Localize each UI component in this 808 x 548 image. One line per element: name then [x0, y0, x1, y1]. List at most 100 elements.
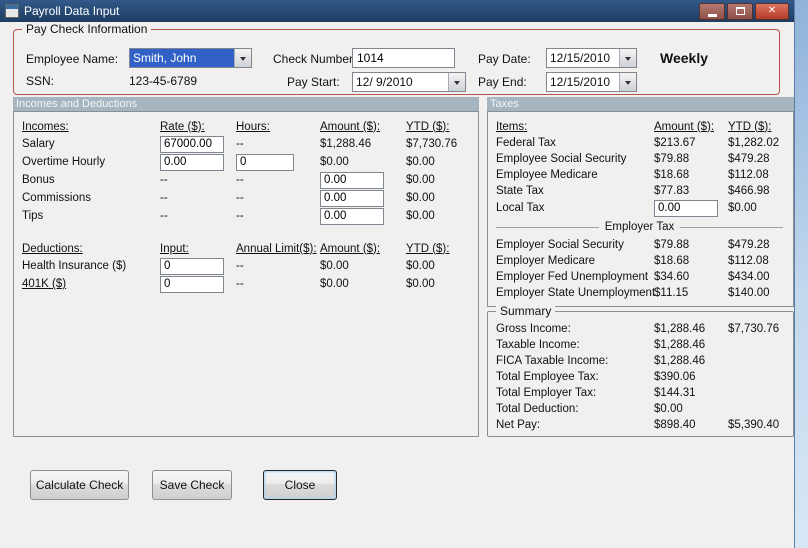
overtime-hours-input[interactable] — [236, 153, 294, 171]
tax-label: State Tax — [496, 185, 544, 197]
tax-label: Employer Medicare — [496, 255, 596, 267]
tax-row-employer-fed-unemployment: Employer Fed Unemployment $34.60 $434.00 — [496, 269, 793, 285]
tax-ytd: $1,282.02 — [728, 137, 780, 149]
column-header-deductions: Deductions: — [22, 242, 83, 255]
commissions-amount-input[interactable] — [320, 189, 384, 207]
tax-ytd: $140.00 — [728, 287, 770, 299]
pay-end-datepicker[interactable]: 12/15/2010 — [546, 72, 637, 92]
calculate-check-button[interactable]: Calculate Check — [30, 470, 129, 500]
pay-date-value: 12/15/2010 — [550, 51, 611, 65]
income-hours: -- — [236, 192, 244, 204]
summary-ytd: $7,730.76 — [728, 323, 780, 335]
save-check-button[interactable]: Save Check — [152, 470, 232, 500]
income-rate: -- — [160, 192, 168, 204]
incomes-deductions-section-header: Incomes and Deductions — [13, 97, 479, 111]
tax-amount: $11.15 — [654, 287, 689, 299]
summary-ytd: $5,390.40 — [728, 419, 780, 431]
summary-amount: $1,288.46 — [654, 323, 706, 335]
deductions-header-row: Deductions: Input: Annual Limit($): Amou… — [22, 240, 478, 257]
income-ytd: $0.00 — [406, 156, 435, 168]
tax-ytd: $112.08 — [728, 169, 769, 181]
income-rate: -- — [160, 174, 168, 186]
column-header-incomes: Incomes: — [22, 120, 69, 133]
summary-row-fica-taxable-income: FICA Taxable Income: $1,288.46 — [496, 353, 793, 369]
summary-amount: $0.00 — [654, 403, 683, 415]
salary-rate-input[interactable] — [160, 135, 224, 153]
taxes-panel: Items: Amount ($): YTD ($): Federal Tax … — [487, 111, 794, 307]
pay-start-dropdown-icon[interactable] — [448, 73, 465, 91]
tax-amount: $18.68 — [654, 255, 690, 267]
deduction-annual-limit: -- — [236, 278, 244, 290]
employee-name-combobox[interactable]: Smith, John — [129, 48, 252, 68]
tips-amount-input[interactable] — [320, 207, 384, 225]
close-button[interactable]: ✕ — [755, 2, 789, 20]
local-tax-input[interactable] — [654, 199, 718, 217]
tax-row-employer-state-unemployment: Employer State Unemployment $11.15 $140.… — [496, 285, 793, 301]
maximize-button[interactable] — [727, 2, 753, 20]
tax-ytd: $112.08 — [728, 255, 769, 267]
close-icon: ✕ — [767, 5, 777, 16]
tax-label: Employer Fed Unemployment — [496, 271, 649, 283]
income-ytd: $0.00 — [406, 192, 435, 204]
column-header-hours: Hours: — [236, 120, 270, 133]
summary-amount: $1,288.46 — [654, 355, 706, 367]
employee-name-dropdown-icon[interactable] — [234, 49, 251, 67]
column-header-ytd: YTD ($): — [406, 120, 450, 133]
payroll-window: Payroll Data Input ✕ Pay Check Informati… — [0, 0, 795, 548]
minimize-icon — [707, 13, 717, 17]
employer-tax-separator: Employer Tax — [496, 217, 783, 237]
incomes-table: Incomes: Rate ($): Hours: Amount ($): YT… — [14, 112, 478, 293]
bonus-amount-input[interactable] — [320, 171, 384, 189]
tax-amount: $79.88 — [654, 153, 690, 165]
summary-row-gross-income: Gross Income: $1,288.46 $7,730.76 — [496, 321, 793, 337]
incomes-deductions-panel: Incomes: Rate ($): Hours: Amount ($): YT… — [13, 111, 479, 437]
summary-table: Gross Income: $1,288.46 $7,730.76 Taxabl… — [488, 312, 793, 433]
summary-label: FICA Taxable Income: — [496, 355, 609, 367]
summary-amount: $1,288.46 — [654, 339, 706, 351]
income-hours: -- — [236, 210, 244, 222]
summary-row-total-deduction: Total Deduction: $0.00 — [496, 401, 793, 417]
check-number-input[interactable] — [352, 48, 455, 68]
tax-ytd: $0.00 — [728, 202, 757, 214]
app-icon — [5, 4, 19, 18]
income-label: Tips — [22, 210, 44, 222]
k401-input[interactable] — [160, 275, 224, 293]
income-amount: $0.00 — [320, 156, 349, 168]
pay-end-label: Pay End: — [478, 75, 527, 89]
income-row-overtime: Overtime Hourly $0.00 $0.00 — [22, 153, 478, 171]
deduction-ytd: $0.00 — [406, 260, 435, 272]
summary-amount: $898.40 — [654, 419, 696, 431]
pay-start-datepicker[interactable]: 12/ 9/2010 — [352, 72, 466, 92]
deduction-label: Health Insurance ($) — [22, 260, 127, 272]
health-insurance-input[interactable] — [160, 257, 224, 275]
income-row-tips: Tips -- -- $0.00 — [22, 207, 478, 225]
employee-name-value: Smith, John — [130, 49, 234, 67]
tax-row-state: State Tax $77.83 $466.98 — [496, 183, 793, 199]
deduction-row-401k: 401K ($) -- $0.00 $0.00 — [22, 275, 478, 293]
tax-label: Employer Social Security — [496, 239, 624, 251]
tax-row-employer-medicare: Employer Medicare $18.68 $112.08 — [496, 253, 793, 269]
summary-row-total-employer-tax: Total Employer Tax: $144.31 — [496, 385, 793, 401]
pay-date-dropdown-icon[interactable] — [619, 49, 636, 67]
tax-amount: $77.83 — [654, 185, 690, 197]
ssn-value: 123-45-6789 — [129, 74, 198, 88]
tax-label: Local Tax — [496, 202, 545, 214]
column-header-rate: Rate ($): — [160, 120, 205, 133]
minimize-button[interactable] — [699, 2, 725, 20]
deduction-ytd: $0.00 — [406, 278, 435, 290]
column-header-amount: Amount ($): — [320, 120, 381, 133]
tax-label: Employee Medicare — [496, 169, 598, 181]
deduction-label-401k-link[interactable]: 401K ($) — [22, 278, 160, 290]
pay-start-value: 12/ 9/2010 — [356, 75, 413, 89]
paycheck-group-title: Pay Check Information — [22, 22, 152, 36]
overtime-rate-input[interactable] — [160, 153, 224, 171]
tax-row-employer-social-security: Employer Social Security $79.88 $479.28 — [496, 237, 793, 253]
tax-row-local: Local Tax $0.00 — [496, 199, 793, 217]
window-controls: ✕ — [699, 2, 789, 20]
pay-date-datepicker[interactable]: 12/15/2010 — [546, 48, 637, 68]
pay-end-dropdown-icon[interactable] — [619, 73, 636, 91]
tax-label: Employee Social Security — [496, 153, 627, 165]
close-dialog-button[interactable]: Close — [263, 470, 337, 500]
tax-amount: $213.67 — [654, 137, 696, 149]
maximize-icon — [735, 7, 745, 15]
